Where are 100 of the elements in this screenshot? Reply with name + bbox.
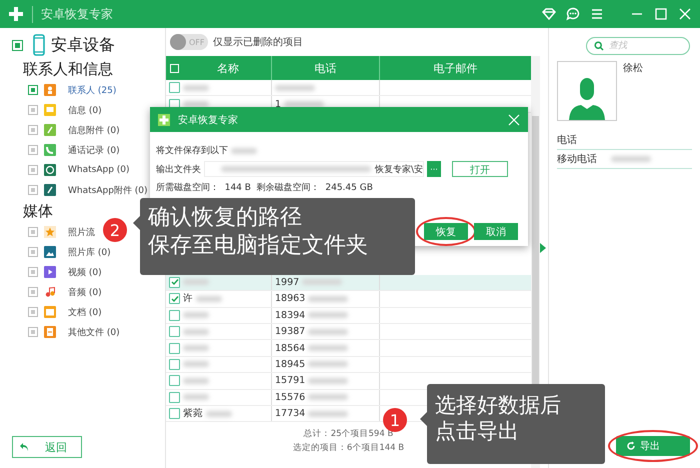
table-row[interactable]: 18394	[166, 308, 531, 324]
photos-icon	[44, 246, 56, 258]
sidebar-item[interactable]: 音频 (0)	[68, 286, 102, 298]
sidebar-item[interactable]: 视频 (0)	[68, 266, 102, 278]
checkbox[interactable]	[28, 307, 38, 317]
redacted-text	[183, 312, 209, 318]
checkbox[interactable]	[28, 145, 38, 155]
table-cell: 许	[183, 292, 193, 306]
other-icon	[44, 326, 56, 338]
window-title: 安卓恢复专家	[32, 6, 113, 22]
callout-text: 保存至电脑指定文件夹	[148, 232, 369, 259]
table-row[interactable]: 1997	[166, 274, 531, 292]
music-icon	[44, 286, 56, 298]
video-icon	[44, 266, 56, 278]
maximize-icon[interactable]	[654, 7, 668, 21]
checkbox[interactable]	[169, 408, 180, 420]
logo-icon	[8, 6, 24, 22]
redacted-text	[183, 345, 209, 352]
table-cell: 19387	[275, 326, 306, 338]
step-badge: 2	[103, 218, 127, 242]
checkbox[interactable]	[169, 342, 180, 354]
checkbox[interactable]	[28, 247, 38, 257]
checkbox[interactable]	[28, 227, 38, 237]
checkbox[interactable]	[169, 310, 180, 321]
messages-icon	[44, 104, 56, 116]
sidebar-item[interactable]: 信息附件 (0)	[68, 124, 120, 136]
select-all-checkbox[interactable]	[170, 64, 179, 72]
avatar	[557, 61, 617, 121]
checkbox[interactable]	[12, 40, 23, 50]
redacted-text	[231, 148, 257, 154]
star-icon	[44, 226, 56, 238]
sidebar-item[interactable]: WhatsApp附件 (0)	[68, 184, 148, 196]
calls-icon	[44, 144, 56, 156]
sidebar-item[interactable]: 文档 (0)	[68, 306, 102, 318]
contact-name: 徐松	[623, 62, 643, 76]
redacted-text	[275, 84, 315, 91]
checkbox[interactable]	[28, 267, 38, 277]
checkbox[interactable]	[169, 358, 180, 370]
redacted-text	[183, 101, 209, 108]
sidebar-item[interactable]: 照片流	[68, 226, 95, 238]
checkbox[interactable]	[28, 105, 38, 115]
close-icon[interactable]	[678, 7, 692, 21]
documents-icon	[44, 306, 56, 318]
menu-icon[interactable]	[590, 7, 604, 21]
table-cell: 15791	[275, 375, 306, 386]
redacted-text	[284, 101, 324, 108]
dialog-text: 将文件保存到以下	[156, 144, 228, 157]
redacted-text	[308, 296, 348, 302]
redacted-text	[183, 84, 209, 91]
table-cell: 18963	[275, 293, 306, 304]
checkbox[interactable]	[28, 327, 38, 337]
redacted-text	[206, 410, 232, 417]
table-cell: 18945	[275, 358, 306, 370]
table-cell: 1997	[275, 276, 300, 288]
sidebar-item[interactable]: 联系人 (25)	[68, 84, 116, 96]
redacted-text	[183, 279, 209, 286]
sidebar-item[interactable]: WhatsApp (0)	[68, 165, 130, 175]
whatsapp-icon	[44, 164, 56, 176]
section-title: 电话	[557, 133, 692, 150]
section-title: 媒体	[22, 201, 53, 222]
table-cell: 1	[275, 98, 282, 110]
path-field[interactable]: 恢复专家\安	[204, 161, 424, 177]
checkbox[interactable]	[28, 287, 38, 297]
section-title: 联系人和信息	[22, 59, 113, 80]
checkbox[interactable]	[28, 165, 38, 175]
sidebar-item[interactable]: 其他文件 (0)	[68, 326, 120, 338]
callout-text: 确认恢复的路径	[148, 204, 303, 232]
checkbox[interactable]	[169, 82, 180, 94]
redacted-text	[308, 361, 348, 368]
expand-arrow-icon[interactable]	[540, 243, 546, 253]
close-icon[interactable]	[508, 114, 520, 126]
redacted-text	[183, 378, 209, 384]
chat-icon[interactable]	[566, 7, 580, 21]
checkbox[interactable]	[28, 125, 38, 135]
checkbox[interactable]	[169, 293, 180, 304]
checkbox[interactable]	[169, 392, 180, 403]
search-field[interactable]: 查找	[586, 37, 690, 55]
table-row[interactable]: 18945	[166, 356, 531, 374]
table-row[interactable]: 许 18963	[166, 291, 531, 308]
checkbox[interactable]	[28, 85, 38, 95]
device-label[interactable]: 安卓设备	[51, 34, 115, 56]
sidebar-item[interactable]: 照片库 (0)	[68, 246, 111, 258]
redacted-text	[308, 328, 348, 335]
search-icon	[594, 41, 604, 51]
sidebar-item[interactable]: 信息 (0)	[68, 104, 102, 116]
checkbox[interactable]	[169, 375, 180, 386]
sidebar-item[interactable]: 通话记录 (0)	[68, 144, 120, 156]
checkbox[interactable]	[169, 326, 180, 338]
back-arrow-icon	[19, 442, 29, 452]
selected-summary: 选定的项目：6个项目144 B	[292, 442, 404, 454]
table-row[interactable]: 19387	[166, 324, 531, 340]
table-row[interactable]: 18564	[166, 340, 531, 357]
redacted-text	[308, 345, 348, 352]
attachments-icon	[44, 124, 56, 136]
checkbox[interactable]	[28, 185, 38, 195]
checkbox[interactable]	[169, 276, 180, 288]
field-label: 移动电话	[557, 152, 597, 166]
redacted-text	[302, 279, 342, 286]
redacted-text	[183, 328, 209, 335]
diamond-icon[interactable]	[542, 7, 556, 21]
